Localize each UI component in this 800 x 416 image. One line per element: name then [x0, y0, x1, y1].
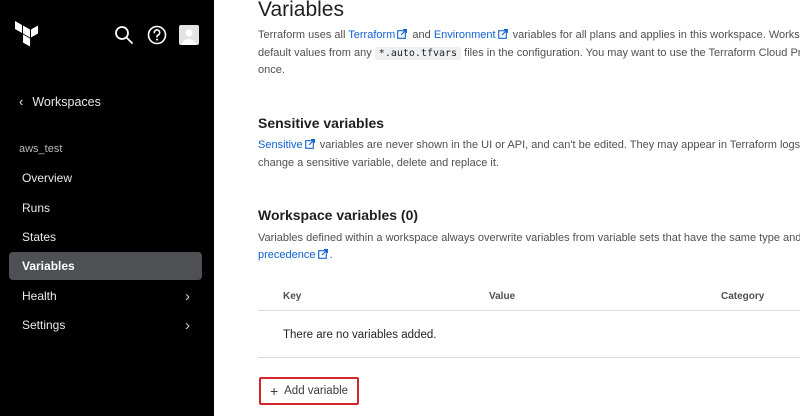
- intro-text: Terraform uses all: [258, 29, 349, 41]
- workspace-name: aws_test: [19, 143, 63, 155]
- table-empty-row: There are no variables added.: [258, 311, 800, 358]
- nav-item-health[interactable]: Health ›: [9, 282, 202, 310]
- sidebar: ‹ Workspaces aws_test Overview Runs Stat…: [0, 0, 214, 416]
- help-icon[interactable]: [147, 25, 167, 45]
- nav-item-settings[interactable]: Settings ›: [9, 311, 202, 339]
- nav-item-label: Settings: [22, 318, 66, 332]
- workspace-variables-heading: Workspace variables (0): [258, 207, 419, 223]
- plus-icon: +: [269, 383, 279, 399]
- workspace-variables-paragraph: Variables defined within a workspace alw…: [258, 230, 800, 265]
- sensitive-text: variables are never shown in the UI or A…: [319, 139, 800, 151]
- column-header-category[interactable]: Category: [721, 291, 764, 302]
- intro-text: files in the configuration. You may want…: [464, 47, 800, 59]
- intro-paragraph: Terraform uses all Terraform and Environ…: [258, 27, 800, 79]
- chevron-left-icon: ‹: [19, 94, 24, 109]
- link-label: Terraform: [348, 29, 396, 41]
- chevron-right-icon: ›: [185, 316, 190, 334]
- page-title: Variables: [258, 0, 344, 21]
- intro-text: and: [409, 29, 434, 41]
- nav-item-label: Variables: [22, 259, 75, 273]
- terraform-variables-link[interactable]: Terraform: [348, 29, 409, 41]
- add-variable-button[interactable]: + Add variable: [259, 377, 359, 405]
- search-icon[interactable]: [114, 25, 134, 45]
- link-label: Sensitive: [258, 139, 303, 151]
- link-label: precedence: [258, 249, 316, 261]
- empty-state-text: There are no variables added.: [283, 329, 437, 341]
- back-to-workspaces-link[interactable]: ‹ Workspaces: [19, 94, 101, 109]
- environment-variables-link[interactable]: Environment: [434, 29, 510, 41]
- nav-item-label: Health: [22, 289, 57, 303]
- auto-tfvars-code: *.auto.tfvars: [374, 47, 462, 60]
- nav-item-label: States: [22, 230, 57, 244]
- chevron-right-icon: ›: [185, 287, 190, 305]
- external-link-icon: [304, 138, 315, 155]
- add-variable-label: Add variable: [284, 385, 349, 397]
- sensitive-paragraph: Sensitive variables are never shown in t…: [258, 137, 800, 172]
- nav-item-variables[interactable]: Variables: [9, 252, 202, 280]
- nav-item-label: Runs: [22, 201, 51, 215]
- external-link-icon: [497, 28, 508, 45]
- precedence-link[interactable]: precedence: [258, 249, 330, 261]
- workspace-variables-text: Variables defined within a workspace alw…: [258, 232, 800, 244]
- sensitive-text: change a sensitive variable, delete and …: [258, 157, 499, 169]
- nav-item-states[interactable]: States: [9, 223, 202, 251]
- intro-text: variables for all plans and applies in t…: [512, 29, 800, 41]
- terraform-logo-icon[interactable]: [15, 21, 39, 56]
- sensitive-link[interactable]: Sensitive: [258, 139, 317, 151]
- workspace-variables-text: .: [329, 249, 333, 261]
- variables-table-header: Key Value Category: [258, 282, 800, 311]
- intro-text: default values from any: [258, 47, 375, 59]
- sensitive-variables-heading: Sensitive variables: [258, 115, 385, 131]
- external-link-icon: [397, 28, 408, 45]
- external-link-icon: [317, 248, 328, 265]
- nav-item-label: Overview: [22, 171, 73, 185]
- nav-item-overview[interactable]: Overview: [9, 164, 202, 192]
- back-link-label: Workspaces: [32, 94, 101, 109]
- user-avatar-icon[interactable]: [179, 25, 199, 45]
- column-header-value[interactable]: Value: [489, 291, 515, 302]
- column-header-key[interactable]: Key: [283, 291, 301, 302]
- intro-text: once.: [258, 64, 285, 76]
- link-label: Environment: [433, 29, 496, 41]
- nav-item-runs[interactable]: Runs: [9, 194, 202, 222]
- main-content: Variables Terraform uses all Terraform a…: [214, 0, 800, 416]
